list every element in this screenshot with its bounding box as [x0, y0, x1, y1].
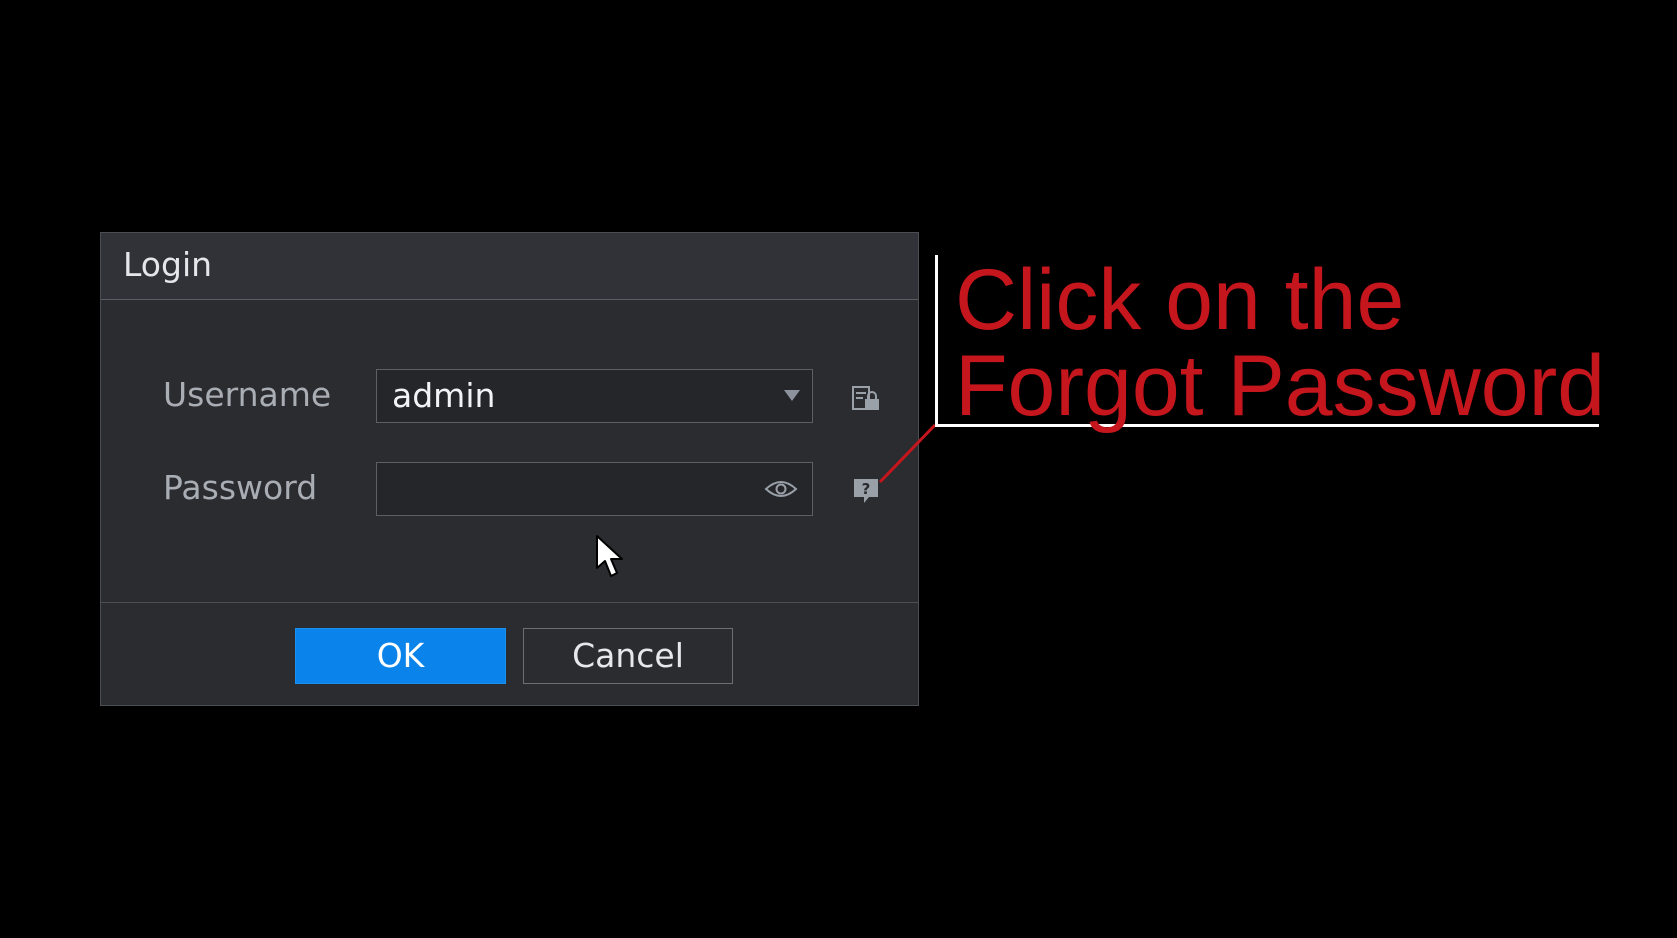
mouse-cursor-icon: [596, 535, 623, 577]
footer-divider: [101, 602, 918, 603]
ok-button[interactable]: OK: [295, 628, 506, 684]
dialog-header: Login: [101, 233, 918, 300]
help-icon[interactable]: ?: [851, 476, 881, 506]
svg-text:?: ?: [862, 480, 871, 498]
callout-line-1: Click on the: [955, 252, 1405, 348]
password-label: Password: [163, 468, 318, 507]
callout-line-2: Forgot Password: [955, 338, 1606, 434]
password-field[interactable]: [376, 462, 813, 516]
screen: Login Username admin Password ? OK Cance…: [0, 0, 1677, 938]
username-select[interactable]: admin: [376, 369, 813, 423]
dialog-title: Login: [123, 245, 213, 284]
chevron-down-icon[interactable]: [784, 390, 800, 401]
callout-annotation: Click on the Forgot Password: [955, 257, 1605, 429]
login-dialog: Login Username admin Password ? OK Cance…: [100, 232, 919, 706]
username-label: Username: [163, 375, 332, 414]
callout-vertical-line: [935, 255, 938, 427]
pattern-lock-icon[interactable]: [851, 383, 881, 413]
username-value: admin: [392, 376, 496, 415]
eye-icon[interactable]: [764, 477, 798, 501]
cancel-button[interactable]: Cancel: [523, 628, 733, 684]
